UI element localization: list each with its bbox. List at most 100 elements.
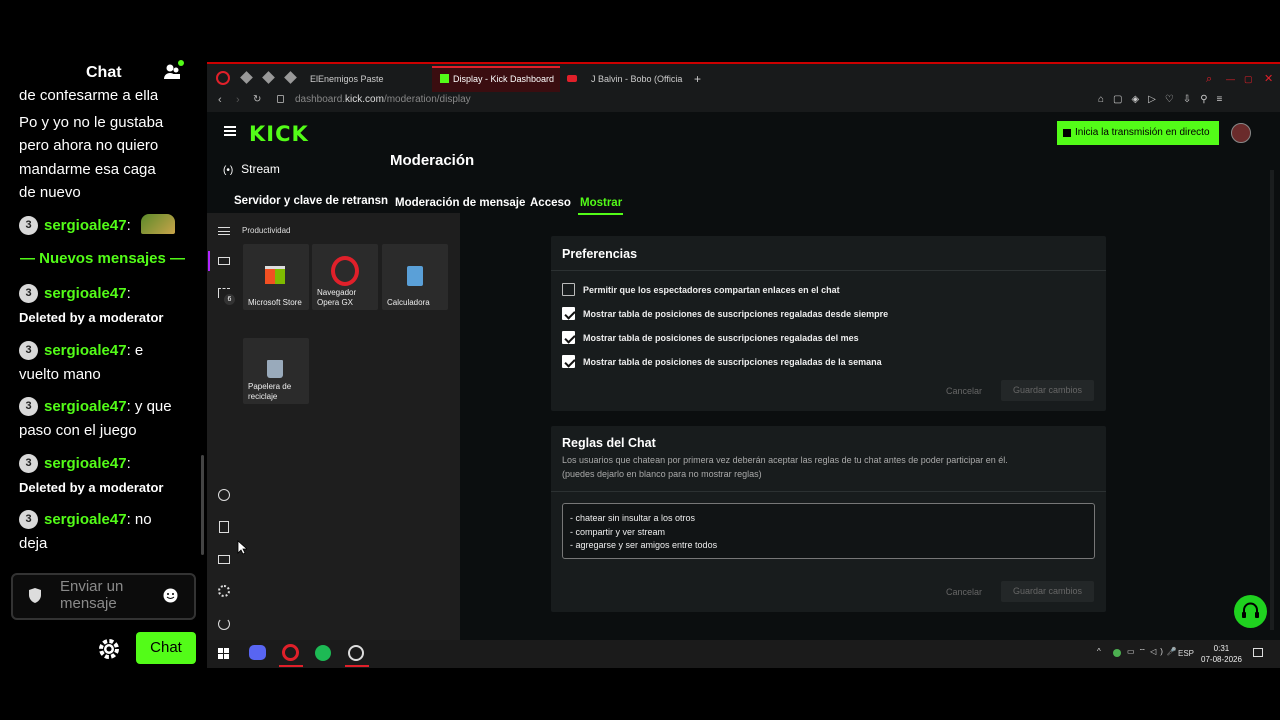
forward-icon[interactable]: › bbox=[236, 94, 240, 106]
sidebar-item-stream[interactable]: (•) Stream bbox=[223, 162, 280, 176]
page-title: Moderación bbox=[390, 152, 475, 169]
close-icon[interactable]: ✕ bbox=[1260, 68, 1273, 90]
notifications-icon[interactable] bbox=[1253, 648, 1263, 657]
sub-badge: 3 bbox=[19, 341, 38, 360]
chat-message: 3 sergioale47: e vuelto mano bbox=[19, 341, 144, 383]
opera-gx-icon bbox=[331, 256, 359, 286]
deleted-message: Deleted by a moderator bbox=[19, 479, 164, 495]
save-button[interactable]: Guardar cambios bbox=[1001, 581, 1094, 602]
active-app-indicator bbox=[345, 665, 369, 667]
opera-logo-icon[interactable] bbox=[216, 71, 230, 85]
emote-icon bbox=[140, 214, 175, 234]
tray-chevron-icon[interactable]: ^ bbox=[1097, 647, 1101, 656]
headset-icon bbox=[1242, 602, 1259, 618]
chat-rules-description: Los usuarios que chatean por primera vez… bbox=[562, 455, 1008, 479]
language-indicator[interactable]: ESP bbox=[1178, 649, 1194, 658]
sub-badge: 3 bbox=[19, 216, 38, 235]
tile-label: Navegador Opera GX bbox=[317, 288, 357, 307]
windows-start-icon[interactable] bbox=[218, 648, 229, 659]
active-indicator bbox=[208, 251, 210, 271]
sub-badge: 3 bbox=[19, 284, 38, 303]
page-scrollbar[interactable] bbox=[1270, 170, 1274, 630]
active-app-indicator bbox=[279, 665, 303, 667]
chat-line: Po y yo no le gustaba bbox=[19, 114, 164, 131]
tray-app-icon[interactable] bbox=[1113, 649, 1121, 657]
save-button[interactable]: Guardar cambios bbox=[1001, 380, 1094, 401]
chat-line: de confesarme a ella bbox=[19, 90, 159, 104]
kick-logo[interactable]: KICK bbox=[249, 122, 309, 146]
chat-rules-text: - chatear sin insultar a los otros - com… bbox=[570, 513, 718, 550]
toolbar-icons[interactable]: ⌂▢◈▷♡⇩⚲≡ bbox=[1098, 94, 1231, 105]
settings-icon[interactable] bbox=[218, 585, 230, 597]
chat-username[interactable]: sergioale47 bbox=[44, 511, 127, 528]
group-heading: Productividad bbox=[242, 226, 291, 235]
tab-kick-label[interactable]: Display - Kick Dashboard bbox=[436, 68, 554, 90]
send-chat-button[interactable]: Chat bbox=[136, 632, 196, 664]
chat-message: 3 sergioale47: Deleted by a moderator bbox=[19, 454, 164, 495]
checkbox-month[interactable] bbox=[562, 331, 575, 344]
tab-paste[interactable]: ElEnemigos Paste bbox=[306, 68, 384, 90]
back-icon[interactable]: ‹ bbox=[218, 94, 222, 106]
power-icon[interactable] bbox=[218, 618, 230, 630]
opera-taskbar-icon[interactable] bbox=[282, 644, 299, 661]
chat-username[interactable]: sergioale47 bbox=[44, 342, 127, 359]
youtube-favicon-icon bbox=[567, 75, 577, 82]
chat-message: 3 sergioale47: no deja bbox=[19, 510, 152, 552]
chat-title: Chat bbox=[86, 64, 122, 81]
chat-scrollbar[interactable] bbox=[201, 455, 204, 555]
tab-youtube[interactable]: J Balvin - Bobo (Officia bbox=[563, 68, 682, 90]
image-icon[interactable] bbox=[218, 555, 230, 564]
support-button[interactable] bbox=[1234, 595, 1267, 628]
tile-label: Microsoft Store bbox=[248, 298, 302, 307]
new-messages-divider[interactable]: — Nuevos mensajes — bbox=[0, 250, 205, 267]
minimize-icon[interactable]: — bbox=[1222, 68, 1235, 90]
chat-rules-title: Reglas del Chat bbox=[562, 436, 656, 450]
chat-message: 3 sergioale47: bbox=[19, 214, 175, 238]
tab-access[interactable]: Acceso bbox=[530, 197, 571, 209]
checkbox-week[interactable] bbox=[562, 355, 575, 368]
tab-message-moderation[interactable]: Moderación de mensaje bbox=[395, 197, 525, 209]
maximize-icon[interactable]: ▢ bbox=[1240, 68, 1253, 90]
tab-display[interactable]: Mostrar bbox=[580, 197, 622, 209]
cancel-button[interactable]: Cancelar bbox=[946, 587, 982, 597]
gear-icon[interactable] bbox=[97, 637, 121, 661]
chat-message: 3 sergioale47: y que paso con el juego bbox=[19, 397, 172, 439]
cancel-button[interactable]: Cancelar bbox=[946, 386, 982, 396]
chat-line: mandarme esa caga bbox=[19, 161, 156, 178]
discord-icon[interactable] bbox=[249, 645, 266, 660]
sub-badge: 3 bbox=[19, 454, 38, 473]
spotify-icon[interactable] bbox=[315, 645, 331, 661]
hamburger-menu-icon[interactable] bbox=[224, 126, 236, 136]
chat-username[interactable]: sergioale47 bbox=[44, 455, 127, 472]
checkbox-label: Mostrar tabla de posiciones de suscripci… bbox=[583, 333, 859, 343]
search-icon[interactable]: ⌕ bbox=[1202, 68, 1212, 90]
sub-badge: 3 bbox=[19, 510, 38, 529]
checkbox-label: Permitir que los espectadores compartan … bbox=[583, 285, 840, 295]
checkbox-share-links[interactable] bbox=[562, 283, 575, 296]
users-icon[interactable] bbox=[162, 60, 184, 82]
reload-icon[interactable]: ↻ bbox=[253, 94, 261, 105]
obs-icon[interactable] bbox=[348, 645, 364, 661]
clock[interactable]: 0:31 07-08-2026 bbox=[1201, 643, 1242, 665]
chat-username[interactable]: sergioale47 bbox=[44, 398, 127, 415]
tiles-icon[interactable] bbox=[218, 257, 230, 265]
chat-message: 3 sergioale47: Deleted by a moderator bbox=[19, 284, 164, 325]
broadcast-icon: (•) bbox=[223, 165, 234, 176]
checkbox-alltime[interactable] bbox=[562, 307, 575, 320]
recycle-bin-icon bbox=[267, 360, 283, 378]
user-icon[interactable] bbox=[218, 489, 230, 501]
calculator-icon bbox=[407, 266, 423, 286]
tray-system-icons[interactable]: ▭⌔◁)🎤 bbox=[1127, 647, 1181, 657]
menu-icon[interactable] bbox=[218, 227, 230, 235]
checkbox-label: Mostrar tabla de posiciones de suscripci… bbox=[583, 309, 889, 319]
emoji-icon[interactable] bbox=[163, 588, 178, 603]
chat-username[interactable]: sergioale47 bbox=[44, 217, 127, 234]
go-live-button[interactable]: Inicia la transmisión en directo bbox=[1057, 121, 1219, 145]
chat-username[interactable]: sergioale47 bbox=[44, 285, 127, 302]
tab-server-key[interactable]: Servidor y clave de retransn bbox=[234, 195, 388, 207]
url-field[interactable]: dashboard.kick.com/moderation/display bbox=[295, 94, 471, 105]
new-tab-icon[interactable]: + bbox=[690, 68, 701, 90]
document-icon[interactable] bbox=[219, 521, 229, 533]
chat-line: de nuevo bbox=[19, 184, 81, 201]
avatar[interactable] bbox=[1231, 123, 1251, 143]
